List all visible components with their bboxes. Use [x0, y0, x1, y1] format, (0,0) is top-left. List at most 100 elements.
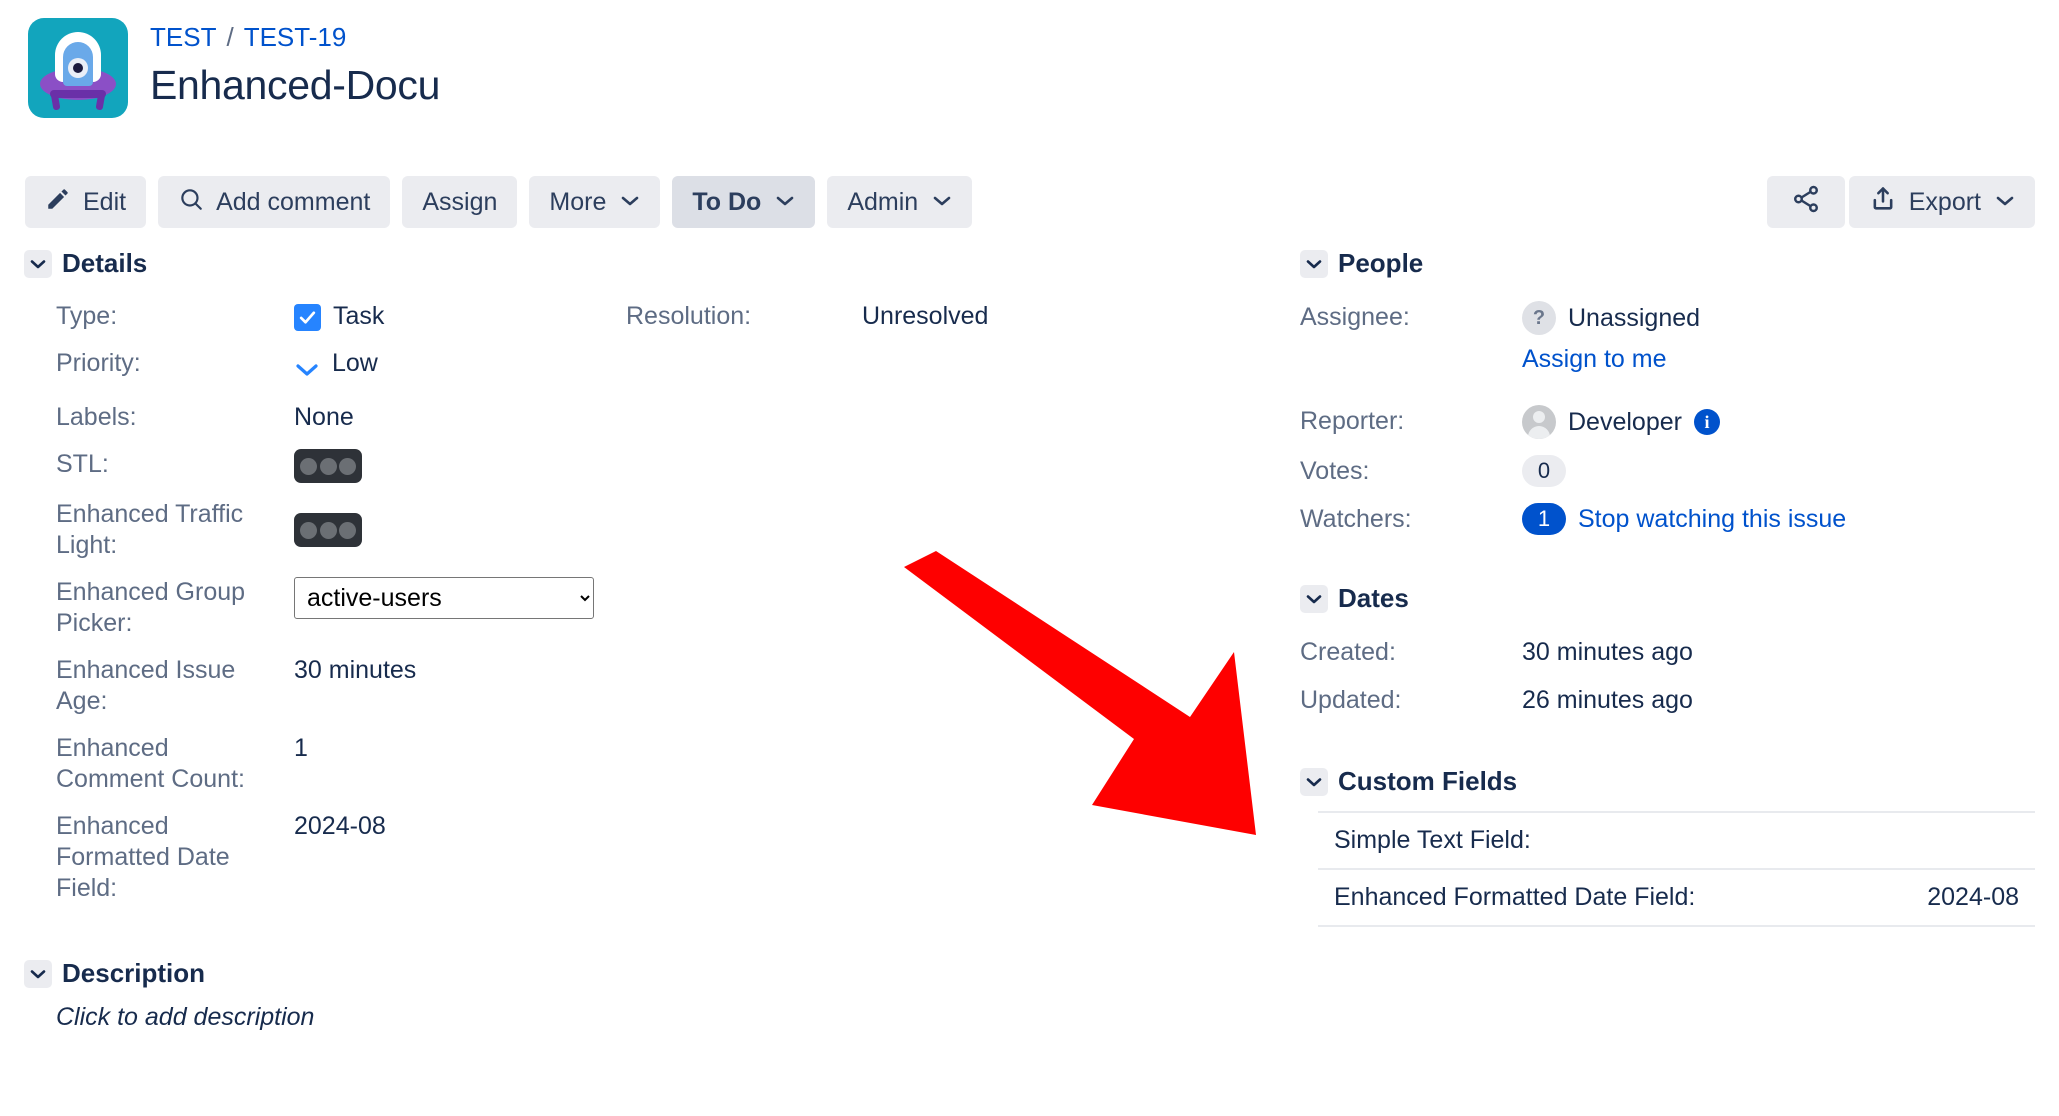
enhanced-group-picker-select[interactable]: active-users	[294, 577, 594, 619]
description-placeholder[interactable]: Click to add description	[24, 1003, 1274, 1032]
spacer-cell	[594, 725, 862, 803]
share-button[interactable]	[1766, 176, 1845, 228]
watchers-badge: 1	[1522, 503, 1566, 535]
chevron-down-icon[interactable]	[1300, 767, 1328, 796]
spacer-cell	[862, 340, 1274, 394]
field-label-labels: Labels:	[56, 403, 137, 431]
description-section-title: Description	[62, 958, 206, 988]
spacer-cell	[862, 569, 1274, 647]
field-value-enhanced-group-picker: active-users	[294, 569, 594, 647]
spacer-cell	[862, 725, 1274, 803]
page-title: Enhanced-Docu	[150, 62, 441, 108]
field-label-type: Type:	[56, 302, 118, 330]
details-section-title: Details	[62, 248, 148, 278]
admin-button[interactable]: Admin	[827, 176, 973, 228]
field-label-updated: Updated:	[1300, 686, 1402, 714]
add-comment-button-label: Add comment	[216, 187, 371, 216]
export-button[interactable]: Export	[1848, 176, 2035, 228]
resolution-value-text: Unresolved	[862, 302, 989, 330]
stop-watching-link[interactable]: Stop watching this issue	[1578, 503, 1846, 535]
breadcrumb-issue-link[interactable]: TEST-19	[244, 22, 347, 52]
chevron-down-icon[interactable]	[24, 959, 52, 988]
spacer-cell	[594, 803, 862, 912]
spacer-cell	[594, 647, 862, 725]
spacer-cell	[862, 441, 1274, 491]
traffic-light-icon[interactable]	[294, 513, 362, 547]
assignee-value-text: Unassigned	[1568, 304, 1701, 332]
dates-section-title: Dates	[1338, 583, 1409, 613]
edit-button-label: Edit	[83, 187, 127, 216]
admin-button-label: Admin	[847, 187, 919, 216]
ufo-leg-right-shape	[95, 91, 106, 111]
more-button[interactable]: More	[529, 176, 661, 228]
task-type-checkbox-icon	[294, 304, 321, 331]
traffic-lamp	[300, 521, 318, 539]
info-icon[interactable]: i	[1693, 409, 1720, 435]
labels-value-text: None	[294, 403, 354, 431]
breadcrumb-project-link[interactable]: TEST	[150, 22, 216, 52]
spacer-cell	[594, 441, 862, 491]
status-button-label: To Do	[692, 187, 762, 216]
field-label-enhanced-issue-age: Enhanced Issue Age:	[56, 656, 236, 715]
priority-value-text: Low	[332, 349, 378, 377]
details-section-header[interactable]: Details	[24, 248, 1274, 279]
field-label-enhanced-comment-count: Enhanced Comment Count:	[56, 734, 245, 793]
field-value-stl	[294, 441, 594, 491]
assignee-value-group: ? Unassigned Assign to me	[1522, 293, 2035, 383]
edit-button[interactable]: Edit	[25, 176, 147, 228]
field-value-enhanced-comment-count: 1	[294, 725, 594, 803]
issue-page: TEST / TEST-19 Enhanced-Docu Edit Add co…	[0, 0, 2059, 1116]
chevron-down-icon[interactable]	[1300, 584, 1328, 613]
field-label-assignee: Assignee:	[1300, 303, 1410, 331]
chevron-down-icon[interactable]	[1300, 249, 1328, 278]
custom-fields-table: Simple Text Field: Enhanced Formatted Da…	[1318, 811, 2035, 927]
updated-value: 26 minutes ago	[1522, 686, 1693, 714]
field-value-labels: None	[294, 394, 594, 441]
traffic-light-icon[interactable]	[294, 449, 362, 483]
custom-fields-section-title: Custom Fields	[1338, 766, 1518, 796]
spacer-cell	[862, 394, 1274, 441]
ufo-pupil-shape	[73, 63, 83, 73]
field-value-enhanced-traffic-light	[294, 491, 594, 569]
field-value-priority: Low	[294, 340, 594, 394]
toolbar-right-group: Export	[1766, 176, 2035, 228]
breadcrumb-separator: /	[226, 22, 234, 52]
issue-toolbar: Edit Add comment Assign More To Do Admin	[25, 176, 973, 228]
field-label-enhanced-formatted-date: Enhanced Formatted Date Field:	[56, 812, 230, 902]
spacer-cell	[862, 803, 1274, 912]
traffic-lamp	[319, 521, 337, 539]
spacer-cell	[862, 491, 1274, 569]
votes-value: 0	[1522, 447, 2035, 495]
dates-section-header[interactable]: Dates	[1300, 583, 2035, 614]
people-section-header[interactable]: People	[1300, 248, 2035, 279]
assign-to-me-row: Assign to me	[1522, 343, 2035, 383]
status-button[interactable]: To Do	[672, 176, 816, 228]
spacer-cell	[594, 394, 862, 441]
share-icon	[1791, 184, 1821, 221]
assignee-row: Assignee: ? Unassigned Assign to me	[1300, 293, 2035, 383]
updated-row: Updated: 26 minutes ago	[1300, 676, 2035, 724]
add-comment-button[interactable]: Add comment	[158, 176, 391, 228]
field-value-type: Task	[294, 293, 594, 340]
project-avatar-icon	[28, 18, 128, 118]
chevron-down-icon	[620, 192, 640, 213]
watchers-value: 1 Stop watching this issue	[1522, 495, 2035, 543]
votes-row: Votes: 0	[1300, 447, 2035, 495]
assign-button[interactable]: Assign	[402, 176, 518, 228]
enhanced-issue-age-text: 30 minutes	[294, 656, 417, 684]
field-label-reporter: Reporter:	[1300, 407, 1405, 435]
chevron-down-icon	[932, 192, 952, 213]
unassigned-avatar-icon: ?	[1522, 301, 1556, 335]
spacer-cell	[594, 340, 862, 394]
field-label-priority: Priority:	[56, 349, 141, 377]
spacer-cell	[594, 491, 862, 569]
priority-low-chevron-icon	[294, 355, 320, 386]
custom-fields-section-header[interactable]: Custom Fields	[1300, 766, 2035, 797]
watchers-row: Watchers: 1 Stop watching this issue	[1300, 495, 2035, 543]
field-value-resolution: Unresolved	[862, 293, 1274, 340]
description-section-header[interactable]: Description	[24, 958, 1274, 989]
traffic-lamp	[300, 457, 318, 475]
votes-badge: 0	[1522, 455, 1566, 487]
chevron-down-icon[interactable]	[24, 249, 52, 278]
assign-to-me-link[interactable]: Assign to me	[1522, 343, 1667, 375]
